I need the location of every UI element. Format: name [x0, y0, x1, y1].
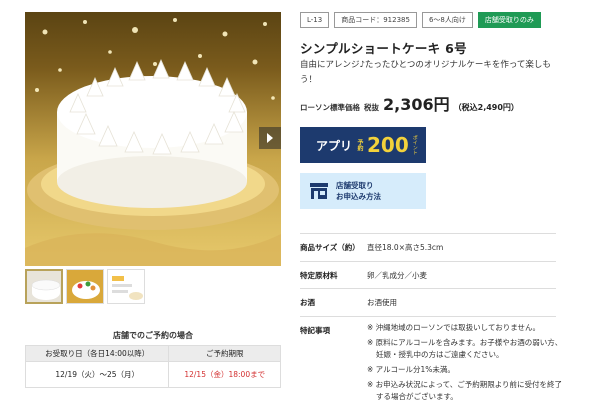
app-reservation-button[interactable]: アプリ 予約 200 ポイント	[300, 127, 426, 163]
price-incl-tax: （税込2,490円）	[453, 103, 519, 112]
store-button-line2: お申込み方法	[336, 192, 381, 201]
note-item: ※ お申込み状況によって、ご予約期限より前に受付を終了する場合がございます。	[367, 380, 563, 401]
reservation-table: お受取り日（各日14:00以降） ご予約期限 12/19（火）～25（月） 12…	[24, 345, 281, 388]
spec-value: 卵／乳成分／小麦	[367, 271, 427, 280]
price-row: ローソン標準価格 税抜 2,306円 （税込2,490円）	[300, 91, 519, 115]
spec-row-size: 商品サイズ（約） 直径18.0×高さ5.3cm	[300, 233, 556, 261]
cake-photo	[25, 18, 281, 266]
spec-value: 直径18.0×高さ5.3cm	[367, 243, 444, 252]
spec-row-allergens: 特定原材料 卵／乳成分／小麦	[300, 261, 556, 289]
thumbnail-1[interactable]	[25, 269, 63, 304]
note-item: ※ 原料にアルコールを含みます。お子様やお酒の弱い方、妊娠・授乳中の方はご遠慮く…	[367, 338, 563, 359]
tag-servings: 6～8人向け	[421, 12, 473, 28]
reservation-deadline: 12/15（金）18:00まで	[168, 361, 281, 388]
spec-key: 特記事項	[300, 326, 330, 335]
reservation-col-deadline-header: ご予約期限	[168, 345, 281, 362]
price-label: ローソン標準価格	[300, 103, 360, 112]
chevron-right-icon	[267, 133, 273, 143]
thumbnail-3[interactable]	[107, 269, 145, 304]
notes-list: ※ 沖縄地域のローソンでは取扱いしておりません。 ※ 原料にアルコールを含みます…	[367, 322, 567, 403]
app-label: アプリ	[316, 138, 353, 153]
store-icon	[310, 183, 328, 199]
note-item: ※ アルコール分1%未満。	[367, 365, 455, 374]
app-reserve-label: 予約	[356, 139, 364, 151]
product-tags: L-13 商品コード：912385 6～8人向け 店舗受取りのみ	[300, 12, 541, 28]
gallery-next-button[interactable]	[259, 127, 281, 149]
note-item: ※ 沖縄地域のローソンでは取扱いしておりません。	[367, 323, 540, 332]
app-points-unit: ポイント	[411, 135, 418, 155]
spec-key: 商品サイズ（約）	[300, 243, 360, 252]
price-value: 2,306円	[383, 95, 450, 114]
spec-row-alcohol: お酒 お酒使用	[300, 288, 556, 316]
product-description: 自由にアレンジ♪たったひとつのオリジナルケーキを作って楽しもう！	[300, 60, 551, 85]
reservation-title: 店舗でのご予約の場合	[113, 331, 193, 340]
reservation-col-pickup-header: お受取り日（各日14:00以降）	[24, 345, 170, 362]
tax-excl-label: 税抜	[364, 103, 379, 112]
reservation-pickup-dates: 12/19（火）～25（月）	[24, 361, 170, 388]
app-points-value: 200	[367, 133, 409, 157]
thumbnail-2[interactable]	[66, 269, 104, 304]
tag-product-code: 商品コード：912385	[334, 12, 417, 28]
spec-key: お酒	[300, 298, 315, 307]
spec-key: 特定原材料	[300, 271, 338, 280]
tag-item-code: L-13	[300, 12, 330, 28]
product-title: シンプルショートケーキ 6号	[300, 41, 467, 56]
store-pickup-howto-button[interactable]: 店舗受取り お申込み方法	[300, 173, 426, 209]
store-button-line1: 店舗受取り	[336, 181, 374, 190]
tag-store-pickup-only: 店舗受取りのみ	[477, 12, 541, 28]
spec-value: お酒使用	[367, 298, 397, 307]
thumbnail-strip	[25, 269, 145, 304]
product-main-image	[25, 12, 281, 266]
